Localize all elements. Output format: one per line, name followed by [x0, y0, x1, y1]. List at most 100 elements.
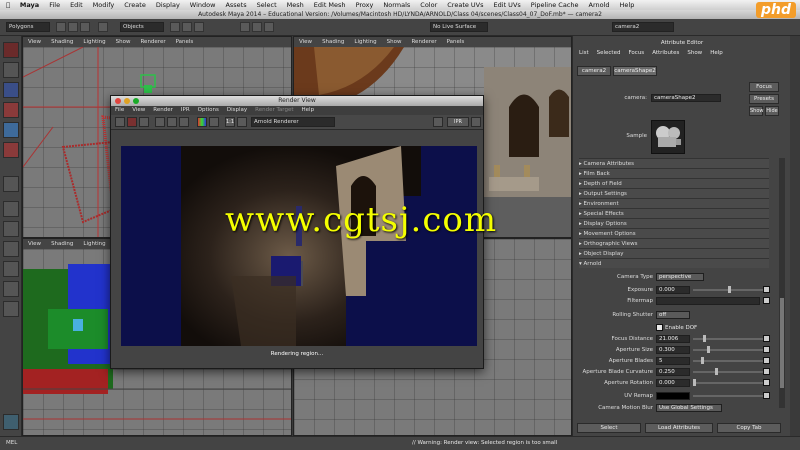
mac-menu-maya[interactable]: Maya	[15, 1, 44, 9]
aperture-rotation-slider[interactable]	[693, 379, 763, 386]
pane-menu-show[interactable]: Show	[111, 37, 136, 47]
rotate-tool-icon[interactable]	[3, 122, 19, 138]
blade-curvature-slider[interactable]	[693, 368, 763, 375]
aperture-blades-slider-handle[interactable]	[701, 357, 704, 364]
rolling-shutter-select[interactable]: off	[656, 311, 690, 319]
mac-menu-proxy[interactable]: Proxy	[351, 1, 379, 9]
last-tool-icon[interactable]	[3, 176, 19, 192]
exposure-field[interactable]: 0.000	[656, 286, 690, 294]
ae-menu-selected[interactable]: Selected	[597, 48, 621, 58]
open-scene-icon[interactable]	[68, 22, 78, 32]
ipr-refresh-icon[interactable]	[155, 117, 165, 127]
pane-menu-panels[interactable]: Panels	[171, 37, 199, 47]
exposure-slider-handle[interactable]	[728, 286, 731, 293]
mac-menu-arnold[interactable]: Arnold	[584, 1, 615, 9]
tab-camerashape2[interactable]: cameraShape2	[613, 66, 657, 76]
ae-menu-attributes[interactable]: Attributes	[652, 48, 679, 58]
aperture-rotation-map-icon[interactable]	[763, 379, 770, 386]
pane-menu-shading[interactable]: Shading	[46, 37, 78, 47]
select-tool-icon[interactable]	[3, 42, 19, 58]
render-region-icon[interactable]	[127, 117, 137, 127]
renderer-select[interactable]: Arnold Renderer	[251, 117, 335, 127]
render-image[interactable]	[121, 146, 477, 346]
rv-menu-render[interactable]: Render	[149, 106, 177, 115]
section-film-back[interactable]: ▸ Film Back	[579, 168, 769, 178]
mel-label[interactable]: MEL	[6, 437, 17, 450]
snapshot-icon[interactable]	[139, 117, 149, 127]
objects-select[interactable]: Objects	[120, 22, 164, 32]
mac-menu-mesh[interactable]: Mesh	[282, 1, 309, 9]
zoom-1-1-button[interactable]: 1:1	[225, 117, 235, 127]
layout-side-icon[interactable]	[3, 241, 19, 257]
pane-menu-shading[interactable]: Shading	[46, 239, 78, 249]
mac-menu-assets[interactable]: Assets	[220, 1, 251, 9]
rv-menu-view[interactable]: View	[128, 106, 149, 115]
section-object-display[interactable]: ▸ Object Display	[579, 248, 769, 258]
mac-menu-modify[interactable]: Modify	[88, 1, 120, 9]
focus-distance-field[interactable]: 21.006	[656, 335, 690, 343]
ae-menu-focus[interactable]: Focus	[628, 48, 644, 58]
mac-menu-display[interactable]: Display	[151, 1, 185, 9]
mac-menu-pipeline-cache[interactable]: Pipeline Cache	[526, 1, 584, 9]
ipr-icon[interactable]	[167, 117, 177, 127]
exposure-slider[interactable]	[693, 286, 763, 293]
focus-distance-map-icon[interactable]	[763, 335, 770, 342]
live-surface-field[interactable]: No Live Surface	[430, 22, 488, 32]
pause-icon[interactable]	[433, 117, 443, 127]
layout-outliner-icon[interactable]	[3, 281, 19, 297]
section-environment[interactable]: ▸ Environment	[579, 198, 769, 208]
script-editor-icon[interactable]	[3, 414, 19, 430]
side-tabs[interactable]	[790, 36, 800, 436]
zoom-fit-icon[interactable]	[471, 117, 481, 127]
filtermap-map-icon[interactable]	[763, 297, 770, 304]
name-field[interactable]: camera2	[612, 22, 674, 32]
pane-menu-view[interactable]: View	[23, 37, 46, 47]
mac-menu-edit-mesh[interactable]: Edit Mesh	[309, 1, 351, 9]
snap-point-icon[interactable]	[194, 22, 204, 32]
section-output-settings[interactable]: ▸ Output Settings	[579, 188, 769, 198]
select-button[interactable]: Select	[577, 423, 641, 433]
tab-camera2[interactable]: camera2	[577, 66, 611, 76]
section-arnold[interactable]: ▾ Arnold	[579, 258, 769, 268]
redo-render-icon[interactable]	[115, 117, 125, 127]
rv-menu-ipr[interactable]: IPR	[177, 106, 194, 115]
pane-menu-shading[interactable]: Shading	[317, 37, 349, 47]
uv-remap-slider[interactable]	[693, 395, 763, 397]
paint-select-icon[interactable]	[3, 82, 19, 98]
pane-menu-panels[interactable]: Panels	[442, 37, 470, 47]
blade-curvature-map-icon[interactable]	[763, 368, 770, 375]
ae-menu-show[interactable]: Show	[687, 48, 702, 58]
mac-menu-help[interactable]: Help	[615, 1, 640, 9]
rv-menu-help[interactable]: Help	[298, 106, 319, 115]
filtermap-field[interactable]	[656, 297, 760, 305]
move-tool-icon[interactable]	[3, 102, 19, 118]
lasso-tool-icon[interactable]	[3, 62, 19, 78]
ae-menu-list[interactable]: List	[579, 48, 589, 58]
aperture-blades-map-icon[interactable]	[763, 357, 770, 364]
render-icon[interactable]	[240, 22, 250, 32]
ipr-render-icon[interactable]	[252, 22, 262, 32]
aperture-blades-slider[interactable]	[693, 357, 763, 364]
aperture-rotation-field[interactable]: 0.000	[656, 379, 690, 387]
mac-menu-create[interactable]: Create	[119, 1, 151, 9]
save-scene-icon[interactable]	[80, 22, 90, 32]
new-scene-icon[interactable]	[56, 22, 66, 32]
pane-menu-renderer[interactable]: Renderer	[406, 37, 441, 47]
layout-graph-icon[interactable]	[3, 301, 19, 317]
load-attributes-button[interactable]: Load Attributes	[645, 423, 713, 433]
focus-distance-slider-handle[interactable]	[703, 335, 706, 342]
ae-scrollbar[interactable]	[779, 158, 785, 408]
rv-menu-options[interactable]: Options	[194, 106, 223, 115]
blade-curvature-slider-handle[interactable]	[715, 368, 718, 375]
aperture-size-map-icon[interactable]	[763, 346, 770, 353]
apple-icon[interactable]: 	[0, 1, 15, 9]
alpha-channel-icon[interactable]	[209, 117, 219, 127]
camera-type-select[interactable]: perspective	[656, 273, 704, 281]
copy-tab-button[interactable]: Copy Tab	[717, 423, 781, 433]
show-button[interactable]: Show	[749, 106, 764, 116]
focus-button[interactable]: Focus	[749, 82, 779, 92]
rv-menu-file[interactable]: File	[111, 106, 128, 115]
rv-menu-display[interactable]: Display	[223, 106, 251, 115]
section-display-options[interactable]: ▸ Display Options	[579, 218, 769, 228]
pane-menu-view[interactable]: View	[294, 37, 317, 47]
